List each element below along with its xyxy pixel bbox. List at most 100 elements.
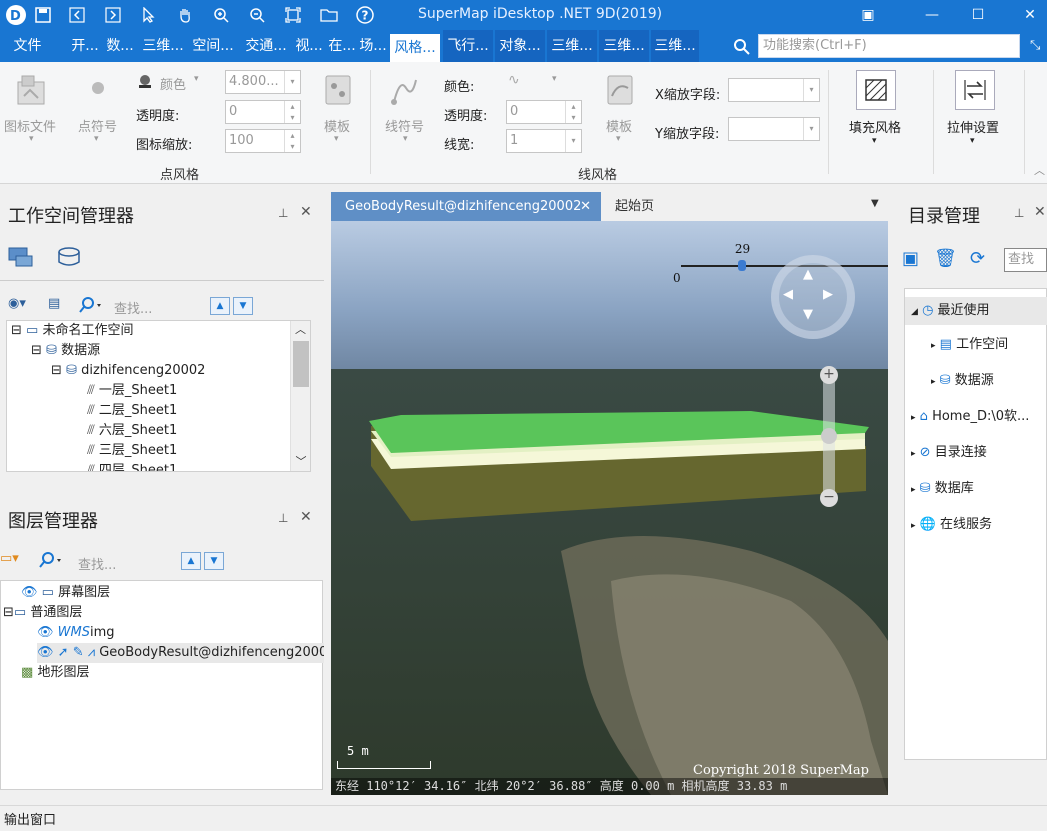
zoom-in-button[interactable]: + [820,366,838,384]
function-search-input[interactable]: 功能搜索(Ctrl+F) [758,34,1020,58]
chevron-down-icon[interactable]: ▾ [284,71,300,93]
y-scale-field-select[interactable]: ▾ [728,117,820,141]
selectable-icon[interactable]: ➚ [58,645,69,660]
point-color-label[interactable]: 颜色 [160,74,186,93]
tab-traffic[interactable]: 交通... [243,30,289,62]
zoom-out-button[interactable]: − [820,489,838,507]
catalog-search-input[interactable]: 查找 [1004,248,1047,272]
tab-3d-d[interactable]: 三维... [651,30,699,62]
expand-icon[interactable]: ▸ [911,413,916,423]
minimize-button[interactable]: — [920,4,944,26]
search-icon[interactable] [38,551,66,569]
tree-node-dataset[interactable]: ⫻ 六层_Sheet1 [87,421,177,441]
x-scale-field-select[interactable]: ▾ [728,78,820,102]
new-folder-icon[interactable]: ▣ [902,248,919,269]
tab-scene[interactable]: 场... [358,30,388,62]
forward-icon[interactable] [102,4,124,26]
workspace-search-input[interactable]: 查找... [114,298,152,317]
pan-left-icon[interactable]: ◀ [783,287,793,302]
back-icon[interactable] [66,4,88,26]
tab-view[interactable]: 视... [294,30,324,62]
line-template-button[interactable]: 模板 [606,116,632,135]
tree-node-screen-layers[interactable]: 👁 ▭ 屏幕图层 [21,583,110,603]
workspace-tree-tab-icon[interactable] [8,246,34,268]
save-icon[interactable] [32,4,54,26]
pan-hand-icon[interactable] [174,4,196,26]
collapse-ribbon-icon[interactable]: ︿ [1034,162,1045,178]
move-up-button[interactable]: ▲ [181,552,201,570]
pin-icon[interactable]: ⊥ [1014,206,1024,220]
tree-node-datasource[interactable]: ▸ ⛁ 数据源 [931,371,994,391]
tree-node-datasources[interactable]: ⊟ ⛁ 数据源 [31,341,100,361]
spinner[interactable]: ▴ ▾ [565,101,581,123]
tab-fly[interactable]: 飞行... [443,30,493,62]
collapse-icon[interactable]: ⊟ [11,323,22,338]
fill-style-button[interactable]: 填充风格 [849,117,901,136]
full-extent-icon[interactable] [282,4,304,26]
close-icon[interactable]: ✕ [300,509,312,525]
expand-icon[interactable]: ◢ [911,307,918,317]
slider-thumb[interactable] [737,260,746,271]
collapse-icon[interactable]: ⊟ [3,605,14,620]
pin-icon[interactable]: ⊥ [278,206,288,220]
tree-node-recent[interactable]: ◢ ◷ 最近使用 [905,297,1047,325]
navigation-compass[interactable]: ▲ ▼ ◀ ▶ [771,255,855,339]
extrude-settings-button[interactable]: 拉伸设置 [947,117,999,136]
delete-icon[interactable]: 🗑 [934,248,957,269]
point-symbol-button[interactable]: 点符号 [78,116,117,135]
scrollbar-thumb[interactable] [293,341,309,387]
ribbon-toggle-icon[interactable]: ▣ [856,4,880,26]
tree-node-datasource[interactable]: ⊟ ⛁ dizhifenceng20002 [51,361,205,381]
chevron-down-icon[interactable]: ▾ [803,118,819,140]
pan-right-icon[interactable]: ▶ [823,287,833,302]
tree-node-geobody-layer[interactable]: 👁 ➚ ✎ ⩘ GeoBodyResult@dizhifenceng20002 [37,643,324,663]
tab-list-dropdown-icon[interactable]: ▼ [871,198,879,209]
tree-node-workspace[interactable]: ▸ ▤ 工作空间 [931,335,1008,355]
tab-file[interactable]: 文件 [0,30,55,62]
maximize-button[interactable]: ☐ [966,4,990,26]
move-up-button[interactable]: ▲ [210,297,230,315]
tree-node-img-layer[interactable]: 👁 WMSimg [37,623,115,643]
spinner[interactable]: ▴ ▾ [284,130,300,152]
line-opacity-input[interactable]: 0 ▴ ▾ [506,100,582,124]
tab-start-page[interactable]: 起始页 [615,192,654,221]
output-window-tab[interactable]: 输出窗口 [4,809,56,828]
refresh-icon[interactable]: ⟳ [970,248,985,269]
layer-search-input[interactable]: 查找... [78,554,116,573]
close-button[interactable]: ✕ [1018,4,1042,26]
tree-node-dataset[interactable]: ⫻ 四层_Sheet1 [87,461,177,471]
collapse-icon[interactable]: ⊟ [31,343,42,358]
zoom-in-icon[interactable] [210,4,232,26]
line-color-icon[interactable]: ∿ [508,72,526,90]
add-layer-icon[interactable]: ▭▾ [0,551,30,569]
pan-down-icon[interactable]: ▼ [803,307,813,322]
expand-icon[interactable]: ▸ [911,521,916,531]
point-opacity-input[interactable]: 0 ▴ ▾ [225,100,301,124]
search-icon[interactable] [78,296,106,314]
tab-object[interactable]: 对象... [495,30,545,62]
tab-start[interactable]: 开... [69,30,101,62]
expand-icon[interactable]: ▸ [911,485,916,495]
tree-node-terrain-layers[interactable]: ▩ 地形图层 [21,663,89,683]
tree-node-dataset[interactable]: ⫻ 三层_Sheet1 [87,441,177,461]
line-width-input[interactable]: 1 ▾ [506,129,582,153]
line-symbol-button[interactable]: 线符号 [385,116,424,135]
chevron-down-icon[interactable]: ▾ [565,130,581,152]
zoom-thumb[interactable] [821,428,837,444]
eye-icon[interactable]: 👁 [21,585,38,600]
tree-node-dataset[interactable]: ⫻ 一层_Sheet1 [87,381,177,401]
scroll-up-icon[interactable]: ︿ [291,321,310,337]
pin-icon[interactable]: ⊥ [278,511,288,525]
expand-icon[interactable]: ▸ [931,377,936,387]
open-folder-icon[interactable] [318,4,340,26]
close-icon[interactable]: ✕ [1034,204,1046,220]
icon-scale-input[interactable]: 100 ▴ ▾ [225,129,301,153]
close-icon[interactable]: ✕ [580,192,591,221]
tree-node-dir-connect[interactable]: ▸ ⊘ 目录连接 [911,443,987,463]
database-tab-icon[interactable] [56,246,82,268]
collapse-icon[interactable]: ⊟ [51,363,62,378]
snappable-icon[interactable]: ⩘ [88,645,95,660]
tree-node-home[interactable]: ▸ ⌂ Home_D:\0软... [911,407,1029,427]
tab-online[interactable]: 在... [326,30,358,62]
tree-node-database[interactable]: ▸ ⛁ 数据库 [911,479,974,499]
